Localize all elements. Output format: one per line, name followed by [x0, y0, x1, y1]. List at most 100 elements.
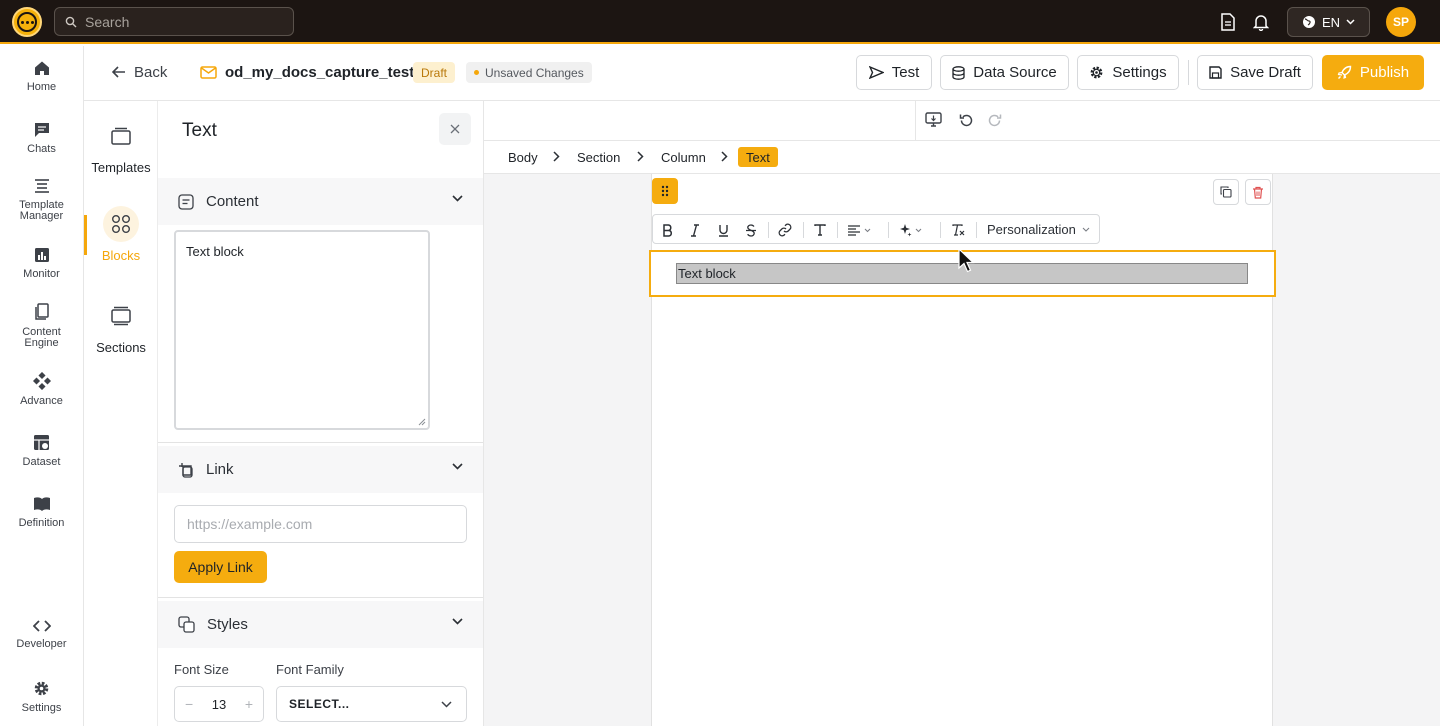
global-search-input[interactable]: Search: [54, 7, 294, 36]
font-size-value[interactable]: 13: [212, 697, 226, 712]
underline-button[interactable]: [714, 221, 732, 239]
unsaved-label: Unsaved Changes: [485, 65, 584, 80]
chevron-right-icon: [553, 151, 560, 162]
italic-button[interactable]: [686, 221, 704, 239]
content-text-value: Text block: [186, 244, 244, 259]
document-icon[interactable]: [1217, 11, 1239, 33]
rail-item-monitor[interactable]: Monitor: [0, 247, 83, 280]
link-section-header[interactable]: Link: [158, 446, 483, 493]
strikethrough-button[interactable]: [742, 221, 760, 239]
app-logo[interactable]: [12, 7, 42, 37]
bell-icon[interactable]: [1250, 11, 1272, 33]
delete-icon[interactable]: [1245, 179, 1271, 205]
test-button[interactable]: Test: [856, 55, 932, 90]
font-size-label: Font Size: [174, 662, 229, 677]
rail-item-developer[interactable]: Developer: [0, 619, 83, 650]
templates-icon: [103, 118, 139, 154]
rocket-icon: [1337, 65, 1352, 79]
home-icon: [34, 61, 49, 75]
chevron-down-icon: [915, 228, 922, 232]
link-url-placeholder: https://example.com: [187, 516, 313, 532]
globe-icon: [1302, 16, 1315, 28]
content-section-header[interactable]: Content: [158, 178, 483, 225]
crumb-section[interactable]: Section: [577, 150, 620, 165]
personalization-label: Personalization: [987, 221, 1076, 237]
toolbar-separator: [888, 222, 889, 238]
rail-label: Home: [26, 81, 57, 93]
search-placeholder: Search: [85, 13, 130, 30]
rail-item-content-engine[interactable]: Content Engine: [0, 303, 83, 349]
personalization-dropdown[interactable]: Personalization: [987, 215, 1090, 243]
chevron-down-icon: [452, 195, 463, 202]
rich-text-toolbar: Personalization: [652, 214, 1100, 244]
mouse-cursor-icon: [958, 248, 975, 273]
data-source-button[interactable]: Data Source: [940, 55, 1069, 90]
link-button[interactable]: [776, 221, 794, 239]
rail-item-chats[interactable]: Chats: [0, 122, 83, 155]
resize-handle-icon[interactable]: [418, 418, 426, 426]
crumb-column[interactable]: Column: [661, 150, 706, 165]
ai-assist-dropdown[interactable]: [898, 221, 930, 239]
search-icon: [65, 16, 77, 27]
font-family-select[interactable]: SELECT...: [276, 686, 467, 722]
close-panel-button[interactable]: [439, 113, 471, 145]
crumb-body[interactable]: Body: [508, 150, 538, 165]
rail-item-advance[interactable]: Advance: [0, 372, 83, 407]
blocks-tab-label: Templates: [91, 160, 151, 175]
toolbar-separator: [940, 222, 941, 238]
redo-icon[interactable]: [987, 113, 1002, 128]
link-url-input[interactable]: https://example.com: [174, 505, 467, 543]
rail-item-home[interactable]: Home: [0, 60, 83, 93]
rail-item-dataset[interactable]: Dataset: [0, 434, 83, 468]
chevron-down-icon: [864, 228, 871, 232]
rail-label: Definition: [18, 517, 65, 529]
back-button[interactable]: Back: [112, 62, 167, 82]
arrow-left-icon: [112, 66, 125, 78]
undo-icon[interactable]: [959, 113, 974, 128]
apply-link-button[interactable]: Apply Link: [174, 551, 267, 583]
toolbar-separator: [976, 222, 977, 238]
settings-button[interactable]: Settings: [1077, 55, 1179, 90]
blocks-tab-blocks[interactable]: Blocks: [84, 206, 158, 263]
crumb-text[interactable]: Text: [738, 147, 778, 167]
save-draft-button[interactable]: Save Draft: [1197, 55, 1313, 90]
content-textarea[interactable]: Text block: [174, 230, 430, 430]
rail-item-settings[interactable]: Settings: [0, 680, 83, 714]
chevron-right-icon: [637, 151, 644, 162]
blocks-column: [84, 101, 158, 726]
test-label: Test: [891, 64, 920, 81]
styles-section-header[interactable]: Styles: [158, 601, 483, 648]
link-section-label: Link: [206, 461, 234, 478]
text-type-button[interactable]: [811, 221, 829, 239]
drag-handle-icon[interactable]: [652, 178, 678, 204]
rail-label: Chats: [27, 143, 56, 155]
bold-button[interactable]: [658, 221, 676, 239]
rail-item-definition[interactable]: Definition: [0, 496, 83, 529]
increment-button[interactable]: +: [245, 696, 253, 712]
chevron-down-icon: [441, 700, 452, 708]
toolbar-separator: [803, 222, 804, 238]
clear-format-button[interactable]: [949, 221, 967, 239]
toolbar-separator: [768, 222, 769, 238]
chevron-right-icon: [721, 151, 728, 162]
preview-desktop-icon[interactable]: [925, 112, 942, 128]
decrement-button[interactable]: −: [185, 696, 193, 712]
settings-label: Settings: [1112, 64, 1167, 81]
left-rail: Home Chats Template Manager Monitor Cont…: [0, 46, 84, 726]
align-dropdown[interactable]: [847, 221, 879, 239]
blocks-tab-sections[interactable]: Sections: [84, 298, 158, 355]
code-icon: [32, 620, 51, 632]
blocks-tab-label: Sections: [96, 340, 146, 355]
font-size-stepper[interactable]: − 13 +: [174, 686, 264, 722]
publish-button[interactable]: Publish: [1322, 55, 1424, 90]
rail-label: Monitor: [23, 268, 60, 280]
chevron-down-icon: [1346, 19, 1355, 25]
duplicate-icon[interactable]: [1213, 179, 1239, 205]
blocks-tab-templates[interactable]: Templates: [84, 118, 158, 175]
rail-item-template-manager[interactable]: Template Manager: [0, 178, 83, 222]
language-select[interactable]: EN: [1287, 7, 1370, 37]
rail-label: Advance: [20, 395, 63, 407]
close-icon: [450, 124, 460, 134]
toolbar-divider: [915, 101, 916, 141]
user-avatar[interactable]: SP: [1386, 7, 1416, 37]
